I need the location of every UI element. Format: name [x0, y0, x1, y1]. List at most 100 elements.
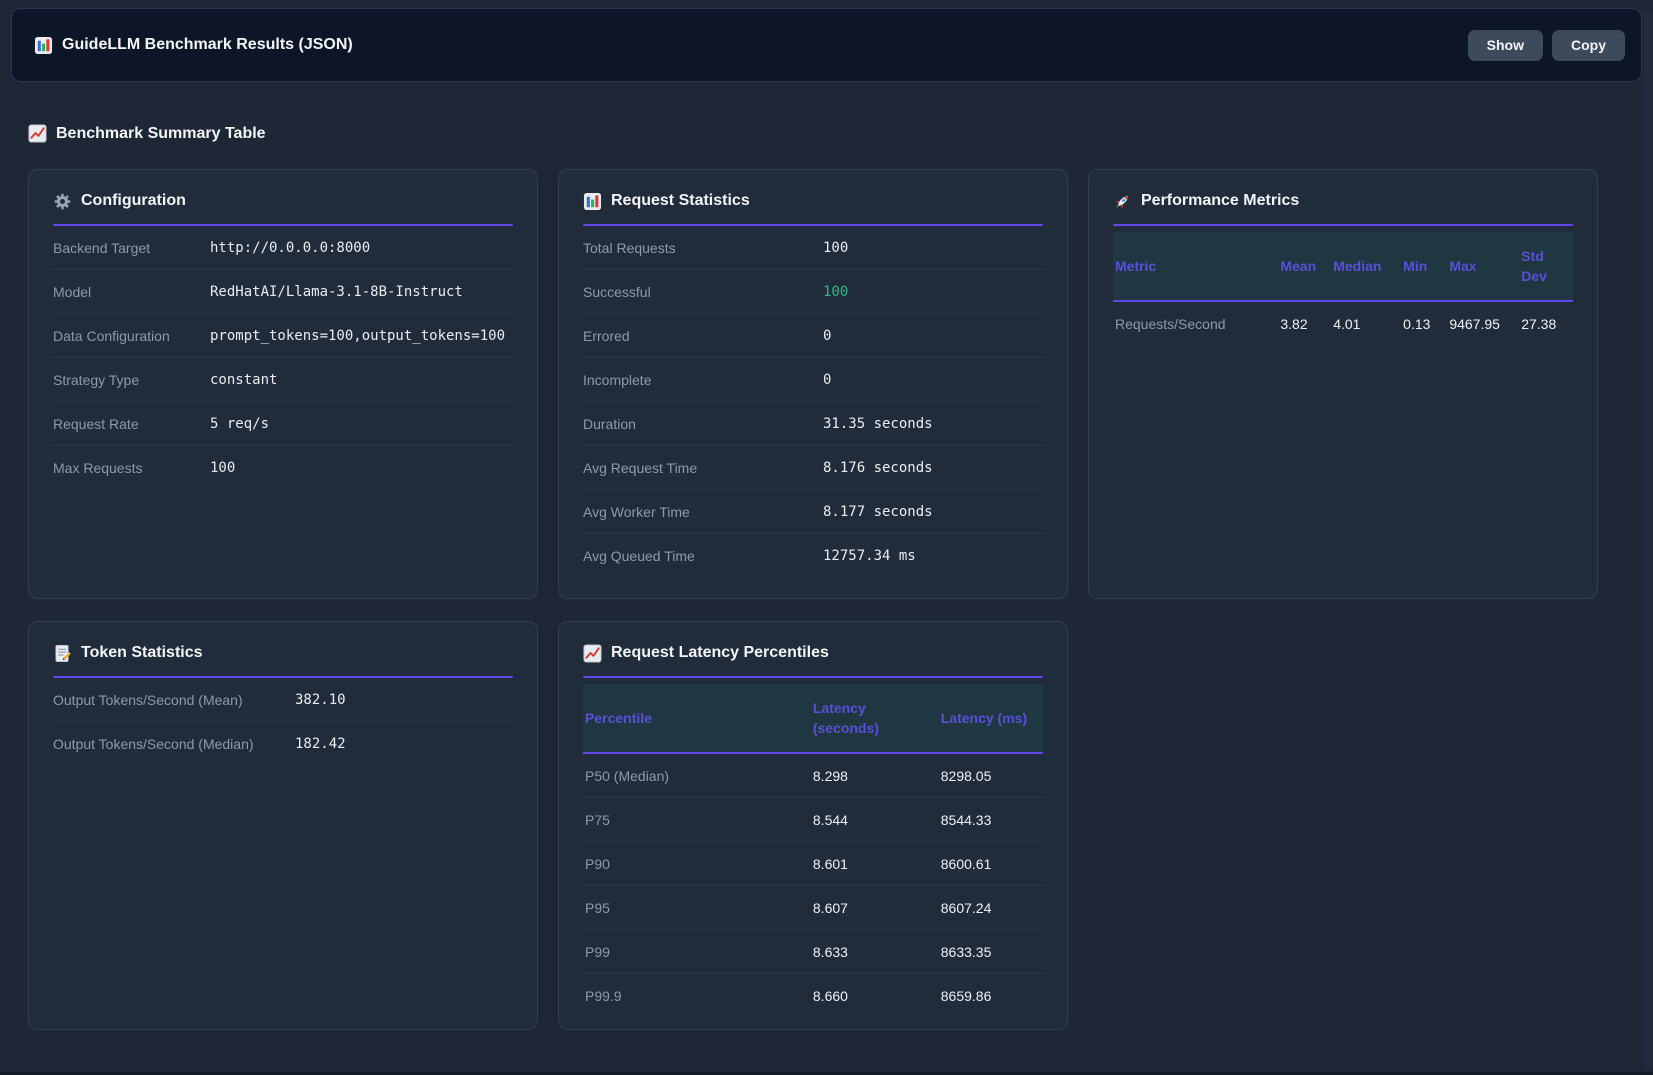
- bar-chart-icon: [583, 192, 602, 211]
- table-row: P50 (Median) 8.298 8298.05: [583, 754, 1043, 798]
- config-row-value: http://0.0.0.0:8000: [210, 240, 370, 256]
- rocket-icon: [1113, 192, 1132, 211]
- stat-row: Successful 100: [583, 270, 1043, 314]
- config-row-value: constant: [210, 372, 277, 388]
- latency-seconds: 8.633: [811, 944, 939, 960]
- stat-row-label: Avg Queued Time: [583, 548, 823, 564]
- percentile-label: P99: [583, 944, 811, 960]
- header-actions: Show Copy: [1468, 30, 1625, 61]
- config-row: Data Configuration prompt_tokens=100,out…: [53, 314, 513, 358]
- table-body: P50 (Median) 8.298 8298.05 P75 8.544 854…: [583, 754, 1043, 1018]
- card-title-text: Configuration: [81, 192, 186, 210]
- request-statistics-rows: Total Requests 100 Successful 100 Errore…: [583, 226, 1043, 578]
- stat-row: Errored 0: [583, 314, 1043, 358]
- main-content: Benchmark Summary Table Configuration Ba…: [0, 124, 1653, 1030]
- column-header: Max: [1447, 248, 1519, 284]
- stat-row: Avg Queued Time 12757.34 ms: [583, 534, 1043, 578]
- latency-ms: 8544.33: [939, 812, 1043, 828]
- token-stat-value: 382.10: [295, 692, 346, 708]
- latency-ms: 8600.61: [939, 856, 1043, 872]
- stat-row-value: 8.177 seconds: [823, 504, 933, 520]
- page-scrollbar[interactable]: [1644, 12, 1651, 1068]
- column-header: Std Dev: [1519, 238, 1573, 295]
- column-header: Latency (seconds): [811, 690, 939, 747]
- stat-row-label: Total Requests: [583, 240, 823, 256]
- card-title-text: Performance Metrics: [1141, 192, 1299, 210]
- metric-mean: 3.82: [1278, 316, 1331, 332]
- section-heading: Benchmark Summary Table: [28, 124, 1625, 143]
- config-row: Model RedHatAI/Llama-3.1-8B-Instruct: [53, 270, 513, 314]
- stat-row: Incomplete 0: [583, 358, 1043, 402]
- show-button[interactable]: Show: [1468, 30, 1543, 61]
- copy-button[interactable]: Copy: [1552, 30, 1625, 61]
- token-stat-label: Output Tokens/Second (Mean): [53, 692, 295, 708]
- config-row-label: Backend Target: [53, 240, 210, 256]
- configuration-card-title: Configuration: [53, 190, 513, 212]
- latency-seconds: 8.660: [811, 988, 939, 1004]
- token-stat-value: 182.42: [295, 736, 346, 752]
- table-row: P75 8.544 8544.33: [583, 798, 1043, 842]
- memo-icon: [53, 644, 72, 663]
- latency-ms: 8659.86: [939, 988, 1043, 1004]
- table-row: Requests/Second 3.82 4.01 0.13 9467.95 2…: [1113, 302, 1573, 346]
- gear-icon: [53, 192, 72, 211]
- percentile-label: P90: [583, 856, 811, 872]
- token-statistics-rows: Output Tokens/Second (Mean) 382.10 Outpu…: [53, 678, 513, 766]
- request-statistics-card-title: Request Statistics: [583, 190, 1043, 212]
- stat-row-value: 0: [823, 328, 831, 344]
- latency-ms: 8633.35: [939, 944, 1043, 960]
- metric-max: 9467.95: [1447, 316, 1519, 332]
- config-row-value: prompt_tokens=100,output_tokens=100: [210, 328, 505, 344]
- performance-metrics-card-title: Performance Metrics: [1113, 190, 1573, 212]
- latency-percentiles-card: Request Latency Percentiles Percentile L…: [558, 621, 1068, 1030]
- config-row-label: Data Configuration: [53, 328, 210, 344]
- stat-row-value: 12757.34 ms: [823, 548, 916, 564]
- config-row-label: Max Requests: [53, 460, 210, 476]
- config-row: Strategy Type constant: [53, 358, 513, 402]
- table-body: Requests/Second 3.82 4.01 0.13 9467.95 2…: [1113, 302, 1573, 346]
- cards-row-1: Configuration Backend Target http://0.0.…: [28, 169, 1625, 599]
- chart-increasing-icon: [583, 644, 602, 663]
- metric-std-dev: 27.38: [1519, 316, 1573, 332]
- table-row: P99 8.633 8633.35: [583, 930, 1043, 974]
- latency-ms: 8298.05: [939, 768, 1043, 784]
- stat-row-label: Duration: [583, 416, 823, 432]
- accent-divider: [1113, 224, 1573, 226]
- performance-metrics-table: Metric Mean Median Min Max Std Dev Reque…: [1113, 232, 1573, 346]
- table-row: P95 8.607 8607.24: [583, 886, 1043, 930]
- cards-row-2: Token Statistics Output Tokens/Second (M…: [28, 621, 1625, 1030]
- token-statistics-card-title: Token Statistics: [53, 642, 513, 664]
- header-bar: GuideLLM Benchmark Results (JSON) Show C…: [11, 8, 1642, 82]
- card-title-text: Request Statistics: [611, 192, 750, 210]
- percentile-label: P99.9: [583, 988, 811, 1004]
- percentile-label: P95: [583, 900, 811, 916]
- percentile-label: P50 (Median): [583, 768, 811, 784]
- token-stat-label: Output Tokens/Second (Median): [53, 736, 295, 752]
- column-header: Latency (ms): [939, 700, 1043, 736]
- config-row: Backend Target http://0.0.0.0:8000: [53, 226, 513, 270]
- metric-name: Requests/Second: [1113, 316, 1278, 332]
- stat-row: Total Requests 100: [583, 226, 1043, 270]
- column-header: Min: [1401, 248, 1447, 284]
- stat-row: Avg Worker Time 8.177 seconds: [583, 490, 1043, 534]
- token-stat-row: Output Tokens/Second (Median) 182.42: [53, 722, 513, 766]
- latency-percentiles-card-title: Request Latency Percentiles: [583, 642, 1043, 664]
- metric-median: 4.01: [1331, 316, 1401, 332]
- request-statistics-card: Request Statistics Total Requests 100 Su…: [558, 169, 1068, 599]
- table-header-row: Percentile Latency (seconds) Latency (ms…: [583, 684, 1043, 754]
- stat-row-label: Errored: [583, 328, 823, 344]
- percentile-label: P75: [583, 812, 811, 828]
- chart-increasing-icon: [28, 124, 47, 143]
- stat-row-value: 100: [823, 240, 848, 256]
- config-row-label: Strategy Type: [53, 372, 210, 388]
- stat-row-label: Successful: [583, 284, 823, 300]
- stat-row-value-success: 100: [823, 284, 848, 300]
- stat-row-value: 0: [823, 372, 831, 388]
- config-row-value: 100: [210, 460, 235, 476]
- config-row-label: Model: [53, 284, 210, 300]
- card-title-text: Request Latency Percentiles: [611, 644, 829, 662]
- stat-row: Avg Request Time 8.176 seconds: [583, 446, 1043, 490]
- latency-ms: 8607.24: [939, 900, 1043, 916]
- config-row: Request Rate 5 req/s: [53, 402, 513, 446]
- stat-row-label: Avg Request Time: [583, 460, 823, 476]
